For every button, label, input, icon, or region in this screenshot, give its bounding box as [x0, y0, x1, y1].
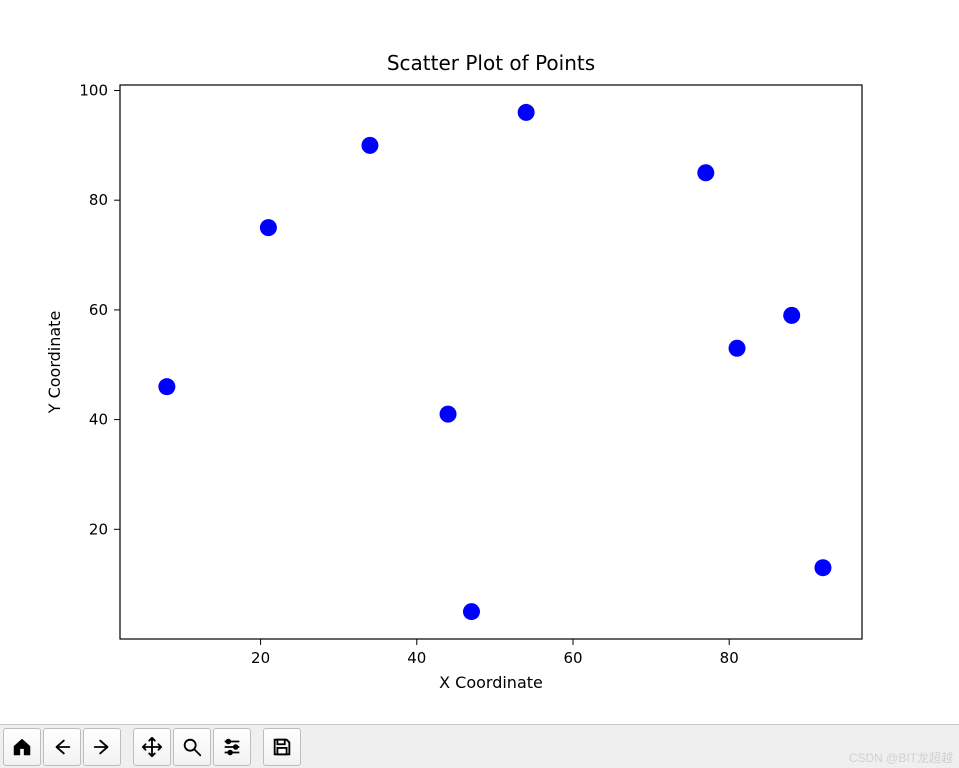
y-tick-label: 20 — [89, 520, 108, 538]
home-button[interactable] — [3, 728, 41, 766]
data-point — [783, 307, 800, 324]
back-button[interactable] — [43, 728, 81, 766]
chart-svg: 20 40 60 80 20 40 60 80 100 Scatter Plot of Poi… — [0, 0, 959, 724]
pan-button[interactable] — [133, 728, 171, 766]
data-point — [440, 406, 457, 423]
chart-title: Scatter Plot of Points — [387, 51, 595, 75]
x-axis-label: X Coordinate — [439, 673, 543, 692]
y-tick-label: 40 — [89, 411, 108, 429]
y-axis-label: Y Coordinate — [45, 311, 64, 415]
data-point — [729, 340, 746, 357]
zoom-icon — [181, 736, 203, 758]
home-icon — [11, 736, 33, 758]
data-point — [361, 137, 378, 154]
y-tick-label: 60 — [89, 301, 108, 319]
data-point — [463, 603, 480, 620]
save-button[interactable] — [263, 728, 301, 766]
sliders-icon — [221, 736, 243, 758]
y-tick-label: 100 — [79, 81, 108, 99]
x-tick-label: 80 — [720, 649, 739, 667]
x-ticks: 20 40 60 80 — [251, 639, 739, 667]
forward-arrow-icon — [91, 736, 113, 758]
forward-button[interactable] — [83, 728, 121, 766]
zoom-button[interactable] — [173, 728, 211, 766]
y-tick-label: 80 — [89, 191, 108, 209]
y-ticks: 20 40 60 80 100 — [79, 81, 120, 538]
data-point — [158, 378, 175, 395]
data-point — [518, 104, 535, 121]
back-arrow-icon — [51, 736, 73, 758]
x-tick-label: 20 — [251, 649, 270, 667]
save-icon — [271, 736, 293, 758]
matplotlib-toolbar: CSDN @BIT龙超越 — [0, 724, 959, 768]
data-point — [697, 164, 714, 181]
configure-button[interactable] — [213, 728, 251, 766]
x-tick-label: 60 — [563, 649, 582, 667]
x-tick-label: 40 — [407, 649, 426, 667]
pan-icon — [141, 736, 163, 758]
data-point — [814, 559, 831, 576]
watermark-text: CSDN @BIT龙超越 — [849, 749, 953, 766]
data-point — [260, 219, 277, 236]
axes-frame — [120, 85, 862, 639]
figure: 20 40 60 80 20 40 60 80 100 Scatter Plot of Poi… — [0, 0, 959, 724]
